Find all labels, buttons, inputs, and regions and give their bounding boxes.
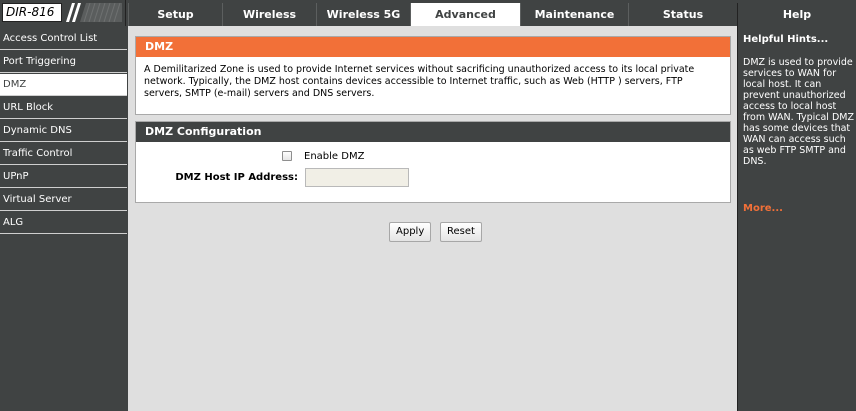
help-sidebar: Helpful Hints... DMZ is used to provide …	[737, 26, 856, 411]
dmz-configuration-title: DMZ Configuration	[136, 122, 730, 142]
sidebar-item-virtual-server[interactable]: Virtual Server	[0, 189, 127, 211]
top-navigation-bar: DIR-816 Setup Wireless Wireless 5G Advan…	[0, 0, 856, 26]
help-more-link[interactable]: More...	[743, 203, 783, 214]
sidebar-item-access-control-list[interactable]: Access Control List	[0, 28, 127, 50]
tab-help[interactable]: Help	[737, 3, 856, 26]
apply-button[interactable]: Apply	[389, 222, 432, 242]
sidebar-item-url-block[interactable]: URL Block	[0, 97, 127, 119]
help-title: Helpful Hints...	[743, 34, 829, 45]
enable-dmz-checkbox[interactable]	[282, 151, 292, 161]
dmz-host-ip-input[interactable]	[305, 168, 409, 187]
dmz-host-ip-label: DMZ Host IP Address:	[175, 172, 298, 183]
tab-wireless[interactable]: Wireless	[222, 3, 316, 26]
enable-dmz-row: Enable DMZ	[136, 150, 730, 164]
sidebar-item-alg[interactable]: ALG	[0, 212, 127, 234]
enable-dmz-label: Enable DMZ	[304, 151, 365, 162]
tab-advanced[interactable]: Advanced	[410, 3, 520, 26]
dmz-panel: DMZ A Demilitarized Zone is used to prov…	[135, 36, 731, 115]
brand-logo: DIR-816	[0, 0, 126, 26]
sidebar-item-dynamic-dns[interactable]: Dynamic DNS	[0, 120, 127, 142]
main-content: DMZ A Demilitarized Zone is used to prov…	[128, 26, 737, 411]
dmz-configuration-panel: DMZ Configuration Enable DMZ DMZ Host IP…	[135, 121, 731, 203]
tab-setup[interactable]: Setup	[128, 3, 222, 26]
sidebar-item-upnp[interactable]: UPnP	[0, 166, 127, 188]
dmz-description: A Demilitarized Zone is used to provide …	[144, 64, 695, 99]
model-name: DIR-816	[2, 3, 62, 22]
dmz-host-ip-row: DMZ Host IP Address:	[136, 168, 730, 188]
tab-maintenance[interactable]: Maintenance	[520, 3, 628, 26]
sidebar-item-traffic-control[interactable]: Traffic Control	[0, 143, 127, 165]
sidebar-item-port-triggering[interactable]: Port Triggering	[0, 51, 127, 73]
logo-stripes-icon	[64, 3, 122, 22]
help-text: DMZ is used to provide services to WAN f…	[743, 57, 854, 167]
dmz-panel-title: DMZ	[136, 37, 730, 57]
tab-status[interactable]: Status	[628, 3, 737, 26]
tab-wireless-5g[interactable]: Wireless 5G	[316, 3, 410, 26]
sidebar: Access Control List Port Triggering DMZ …	[0, 26, 128, 411]
sidebar-item-dmz[interactable]: DMZ	[0, 74, 127, 96]
reset-button[interactable]: Reset	[440, 222, 482, 242]
